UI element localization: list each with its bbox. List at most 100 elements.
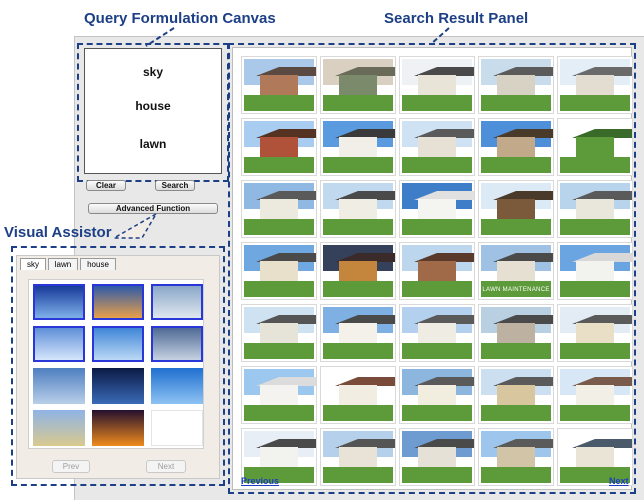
result-image-house bbox=[418, 75, 456, 95]
assistor-thumbnail-clear-sky[interactable] bbox=[151, 368, 203, 404]
search-button[interactable]: Search bbox=[155, 180, 195, 191]
assistor-thumbnail-cloud-sky[interactable] bbox=[151, 284, 203, 320]
result-image[interactable] bbox=[320, 118, 396, 176]
result-image[interactable] bbox=[320, 304, 396, 362]
result-image[interactable] bbox=[478, 304, 554, 362]
result-image-lawn bbox=[244, 157, 314, 173]
assistor-thumbnail-night-sky[interactable] bbox=[92, 368, 144, 404]
result-image-house bbox=[418, 261, 456, 281]
result-image-house bbox=[339, 75, 377, 95]
visual-assistor-callout-title: Visual Assistor bbox=[4, 224, 112, 241]
next-button[interactable]: Next bbox=[146, 460, 186, 473]
result-image[interactable] bbox=[478, 118, 554, 176]
result-image[interactable] bbox=[557, 304, 633, 362]
result-image-lawn bbox=[323, 95, 393, 111]
result-image[interactable] bbox=[241, 242, 317, 300]
assistor-thumbnail-empty[interactable] bbox=[151, 410, 203, 446]
clear-button[interactable]: Clear bbox=[86, 180, 126, 191]
result-image[interactable] bbox=[320, 428, 396, 486]
result-image[interactable] bbox=[241, 180, 317, 238]
result-image[interactable] bbox=[320, 242, 396, 300]
result-image-house bbox=[418, 199, 456, 219]
result-image[interactable] bbox=[478, 56, 554, 114]
result-image-house bbox=[576, 199, 614, 219]
result-image-lawn bbox=[402, 281, 472, 297]
assistor-thumbnail-grid bbox=[28, 279, 204, 449]
result-image[interactable] bbox=[478, 180, 554, 238]
result-image[interactable] bbox=[241, 366, 317, 424]
result-image[interactable] bbox=[241, 304, 317, 362]
result-image-house bbox=[576, 261, 614, 281]
result-image-lawn bbox=[560, 405, 630, 421]
result-image[interactable] bbox=[320, 180, 396, 238]
result-image-lawn bbox=[481, 405, 551, 421]
result-image[interactable] bbox=[557, 366, 633, 424]
result-image[interactable] bbox=[478, 366, 554, 424]
result-image-caption: LAWN MAINTENANCE bbox=[482, 287, 550, 293]
result-image-lawn bbox=[402, 467, 472, 483]
result-image-lawn bbox=[244, 219, 314, 235]
result-image[interactable] bbox=[399, 242, 475, 300]
result-image-lawn bbox=[481, 157, 551, 173]
result-image[interactable]: LAWN MAINTENANCE bbox=[478, 242, 554, 300]
result-image-house bbox=[260, 323, 298, 343]
result-image-lawn bbox=[244, 405, 314, 421]
result-image[interactable] bbox=[399, 180, 475, 238]
result-image-house bbox=[260, 447, 298, 467]
result-image-lawn bbox=[560, 157, 630, 173]
result-image-house bbox=[260, 199, 298, 219]
result-image-house bbox=[418, 447, 456, 467]
result-image-house bbox=[497, 137, 535, 157]
result-image-lawn bbox=[560, 219, 630, 235]
assistor-thumbnail-sun-sky[interactable] bbox=[33, 284, 85, 320]
assistor-thumbnail-sunset-sky[interactable] bbox=[92, 410, 144, 446]
result-image-house bbox=[497, 385, 535, 405]
result-image-house bbox=[576, 75, 614, 95]
previous-page-link[interactable]: Previous bbox=[241, 476, 279, 486]
result-image[interactable] bbox=[557, 180, 633, 238]
result-image[interactable] bbox=[399, 118, 475, 176]
result-image-house bbox=[576, 323, 614, 343]
result-image-lawn bbox=[244, 95, 314, 111]
assistor-thumbnail-wispy-sky[interactable] bbox=[33, 368, 85, 404]
tab-house[interactable]: house bbox=[80, 258, 116, 270]
prev-button[interactable]: Prev bbox=[52, 460, 90, 473]
next-page-link[interactable]: Next bbox=[609, 476, 629, 486]
result-image[interactable] bbox=[399, 56, 475, 114]
canvas-word-house[interactable]: house bbox=[85, 99, 221, 113]
result-image-house bbox=[260, 75, 298, 95]
result-image-house bbox=[418, 323, 456, 343]
result-image[interactable] bbox=[241, 118, 317, 176]
result-image-lawn bbox=[402, 157, 472, 173]
result-image[interactable] bbox=[241, 56, 317, 114]
result-image[interactable] bbox=[320, 366, 396, 424]
tab-sky[interactable]: sky bbox=[20, 258, 46, 270]
query-formulation-canvas[interactable]: sky house lawn bbox=[84, 48, 222, 174]
assistor-thumbnail-sunset-sky[interactable] bbox=[92, 284, 144, 320]
assistor-thumbnail-cloud-sky[interactable] bbox=[33, 326, 85, 362]
assistor-thumbnail-storm-sky[interactable] bbox=[151, 326, 203, 362]
canvas-word-sky[interactable]: sky bbox=[85, 65, 221, 79]
result-image[interactable] bbox=[399, 366, 475, 424]
result-image-house bbox=[576, 137, 614, 157]
result-image-house bbox=[339, 137, 377, 157]
result-image[interactable] bbox=[320, 56, 396, 114]
tab-lawn[interactable]: lawn bbox=[48, 258, 78, 270]
assistor-thumbnail-blue-sky[interactable] bbox=[92, 326, 144, 362]
result-image-house bbox=[339, 199, 377, 219]
canvas-word-lawn[interactable]: lawn bbox=[85, 137, 221, 151]
result-image-house bbox=[497, 261, 535, 281]
assistor-thumbnail-temple-sky[interactable] bbox=[33, 410, 85, 446]
result-image-house bbox=[497, 75, 535, 95]
result-image-lawn bbox=[323, 405, 393, 421]
result-image[interactable] bbox=[557, 118, 633, 176]
result-image[interactable] bbox=[399, 304, 475, 362]
result-image[interactable] bbox=[557, 242, 633, 300]
result-image-lawn bbox=[560, 343, 630, 359]
result-image[interactable] bbox=[478, 428, 554, 486]
query-canvas-callout-title: Query Formulation Canvas bbox=[84, 10, 276, 27]
result-image[interactable] bbox=[399, 428, 475, 486]
result-image-lawn bbox=[323, 157, 393, 173]
result-image[interactable] bbox=[557, 56, 633, 114]
result-image-lawn bbox=[402, 343, 472, 359]
